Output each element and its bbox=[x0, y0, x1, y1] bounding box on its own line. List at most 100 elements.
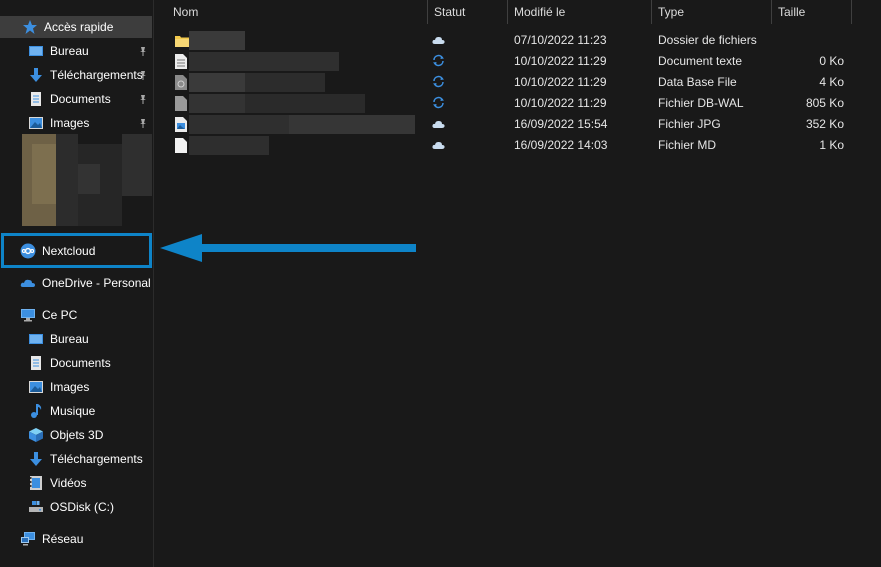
redacted-filename bbox=[189, 115, 289, 134]
column-header-modified[interactable]: Modifié le bbox=[514, 0, 565, 24]
nav-label: Bureau bbox=[50, 44, 89, 58]
modified-date: 07/10/2022 11:23 bbox=[514, 33, 607, 47]
nav-label: OSDisk (C:) bbox=[50, 500, 114, 514]
nav-label: OneDrive - Personal bbox=[42, 276, 151, 290]
video-film-icon bbox=[28, 475, 44, 491]
redacted-area bbox=[22, 134, 152, 226]
nav-label: Accès rapide bbox=[44, 20, 114, 34]
pictures-icon bbox=[28, 115, 44, 131]
cloud-status-icon bbox=[432, 139, 445, 149]
nav-quick-access[interactable]: Accès rapide bbox=[0, 16, 152, 38]
computer-icon bbox=[20, 307, 36, 323]
sync-status-icon bbox=[432, 75, 445, 88]
file-type: Data Base File bbox=[658, 75, 737, 89]
nav-pc-osdisk[interactable]: OSDisk (C:) bbox=[28, 496, 114, 518]
nav-pc-images[interactable]: Images bbox=[28, 376, 89, 398]
folder-icon bbox=[175, 33, 189, 48]
documents-icon bbox=[28, 355, 44, 371]
file-type: Fichier MD bbox=[658, 138, 717, 152]
redacted-filename bbox=[245, 73, 325, 92]
nav-quick-images[interactable]: Images bbox=[28, 112, 89, 134]
download-arrow-icon bbox=[28, 67, 44, 83]
nav-pc-3d-objects[interactable]: Objets 3D bbox=[28, 424, 103, 446]
sync-status-icon bbox=[432, 96, 445, 109]
nav-label: Ce PC bbox=[42, 308, 78, 322]
onedrive-cloud-icon bbox=[20, 275, 36, 291]
nav-label: Documents bbox=[50, 356, 111, 370]
column-header-type[interactable]: Type bbox=[658, 0, 684, 24]
redacted-filename bbox=[189, 94, 245, 113]
documents-icon bbox=[28, 91, 44, 107]
pin-icon[interactable] bbox=[138, 46, 148, 58]
file-size: 1 Ko bbox=[819, 138, 844, 152]
file-row[interactable]: 16/09/2022 14:03 Fichier MD 1 Ko bbox=[155, 135, 881, 156]
file-row[interactable]: 10/10/2022 11:29 Fichier DB-WAL 805 Ko bbox=[155, 93, 881, 114]
file-row[interactable]: 10/10/2022 11:29 Document texte 0 Ko bbox=[155, 51, 881, 72]
column-separator[interactable] bbox=[427, 0, 428, 24]
nav-quick-documents[interactable]: Documents bbox=[28, 88, 111, 110]
navigation-pane: Accès rapide Bureau Téléchargements Docu… bbox=[0, 0, 154, 567]
column-separator[interactable] bbox=[651, 0, 652, 24]
nav-label: Vidéos bbox=[50, 476, 87, 490]
file-row[interactable]: 10/10/2022 11:29 Data Base File 4 Ko bbox=[155, 72, 881, 93]
file-size: 4 Ko bbox=[819, 75, 844, 89]
column-header-status[interactable]: Statut bbox=[434, 0, 465, 24]
file-size: 352 Ko bbox=[805, 117, 844, 131]
modified-date: 10/10/2022 11:29 bbox=[514, 96, 607, 110]
nav-label: Objets 3D bbox=[50, 428, 104, 442]
file-row[interactable]: 16/09/2022 15:54 Fichier JPG 352 Ko bbox=[155, 114, 881, 135]
md-file-icon bbox=[175, 138, 187, 153]
file-size: 805 Ko bbox=[805, 96, 844, 110]
nav-network[interactable]: Réseau bbox=[20, 528, 83, 550]
nav-label: Images bbox=[50, 380, 90, 394]
file-type: Fichier JPG bbox=[658, 117, 721, 131]
cube-3d-icon bbox=[28, 427, 44, 443]
redacted-filename bbox=[189, 73, 245, 92]
nav-quick-bureau[interactable]: Bureau bbox=[28, 40, 89, 62]
generic-file-icon bbox=[175, 96, 187, 111]
redacted-filename bbox=[189, 136, 269, 155]
nav-onedrive[interactable]: OneDrive - Personal bbox=[20, 272, 151, 294]
file-type: Fichier DB-WAL bbox=[658, 96, 744, 110]
nav-pc-documents[interactable]: Documents bbox=[28, 352, 111, 374]
nav-label: Téléchargements bbox=[50, 452, 143, 466]
nav-label: Documents bbox=[50, 92, 111, 106]
redacted-filename bbox=[189, 31, 245, 50]
pin-icon[interactable] bbox=[138, 94, 148, 106]
nav-label: Images bbox=[50, 116, 90, 130]
column-header-size[interactable]: Taille bbox=[778, 0, 805, 24]
column-separator[interactable] bbox=[771, 0, 772, 24]
column-separator[interactable] bbox=[851, 0, 852, 24]
music-note-icon bbox=[28, 403, 44, 419]
nav-label: Nextcloud bbox=[42, 244, 96, 258]
pin-icon[interactable] bbox=[138, 118, 148, 130]
nav-nextcloud[interactable]: Nextcloud bbox=[20, 240, 95, 262]
nav-pc-music[interactable]: Musique bbox=[28, 400, 95, 422]
nav-pc-videos[interactable]: Vidéos bbox=[28, 472, 86, 494]
nav-pc-downloads[interactable]: Téléchargements bbox=[28, 448, 143, 470]
file-type: Document texte bbox=[658, 54, 743, 68]
star-icon bbox=[22, 19, 38, 35]
file-size bbox=[778, 30, 844, 51]
nextcloud-icon bbox=[20, 243, 36, 259]
file-row[interactable]: 07/10/2022 11:23 Dossier de fichiers bbox=[155, 30, 881, 51]
nav-label: Musique bbox=[50, 404, 96, 418]
text-file-icon bbox=[175, 54, 187, 69]
network-icon bbox=[20, 531, 36, 547]
desktop-icon bbox=[28, 331, 44, 347]
redacted-filename bbox=[245, 94, 365, 113]
file-type: Dossier de fichiers bbox=[658, 33, 757, 47]
nav-pc-bureau[interactable]: Bureau bbox=[28, 328, 89, 350]
desktop-icon bbox=[28, 43, 44, 59]
nav-this-pc[interactable]: Ce PC bbox=[20, 304, 77, 326]
redacted-filename bbox=[189, 52, 339, 71]
db-file-icon bbox=[175, 75, 187, 90]
pictures-icon bbox=[28, 379, 44, 395]
modified-date: 16/09/2022 15:54 bbox=[514, 117, 608, 131]
column-separator[interactable] bbox=[507, 0, 508, 24]
nav-quick-downloads[interactable]: Téléchargements bbox=[28, 64, 143, 86]
modified-date: 10/10/2022 11:29 bbox=[514, 75, 607, 89]
sort-chevron-icon[interactable]: ^ bbox=[292, 0, 297, 6]
column-header-name[interactable]: Nom bbox=[173, 0, 198, 24]
pin-icon[interactable] bbox=[138, 70, 148, 82]
